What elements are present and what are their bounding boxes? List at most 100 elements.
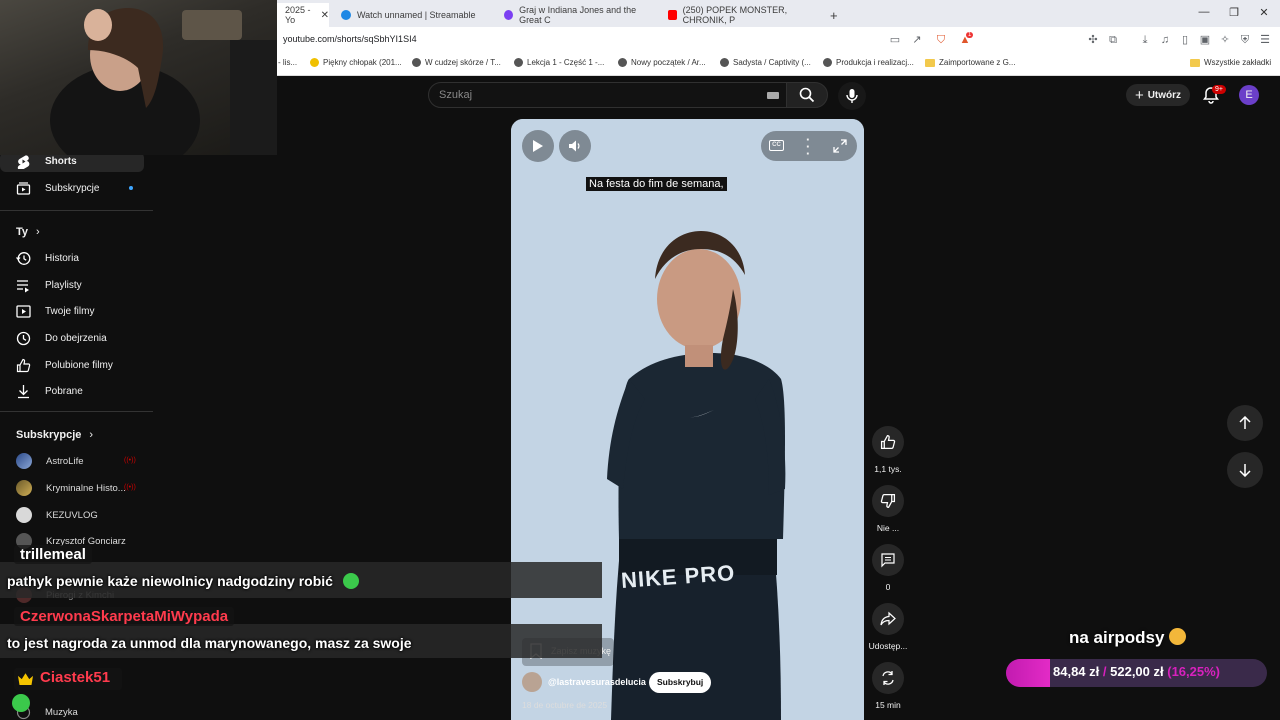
bookmark[interactable]: - lis... xyxy=(278,58,297,67)
bookmark[interactable]: Piękny chłopak (201... xyxy=(310,58,402,67)
sidebar-item-liked[interactable]: Polubione filmy xyxy=(16,358,113,373)
bookmark[interactable]: W cudzej skórze / T... xyxy=(412,58,501,67)
tab-search-icon[interactable]: ⧉ xyxy=(1106,33,1120,47)
sidebar-item-label: Muzyka xyxy=(45,707,78,718)
voice-search-button[interactable] xyxy=(838,82,866,110)
chevron-right-icon: › xyxy=(36,226,40,238)
all-bookmarks[interactable]: Wszystkie zakładki xyxy=(1190,58,1271,67)
donation-goal-text: na airpodsy xyxy=(1069,628,1165,647)
sidebar-item-downloads[interactable]: Pobrane xyxy=(16,384,83,399)
comment-count: 0 xyxy=(885,582,891,592)
bookmark-label: Produkcja i realizacj... xyxy=(836,58,914,67)
bookmark[interactable]: Sadysta / Captivity (... xyxy=(720,58,811,67)
chat-username: CzerwonaSkarpetaMiWypada xyxy=(14,607,235,626)
minimize-icon[interactable]: — xyxy=(1194,6,1214,18)
bookmark-folder[interactable]: Zaimportowane z G... xyxy=(925,58,1015,67)
vpn-icon[interactable]: ⛨ xyxy=(1238,33,1252,47)
subscription-item[interactable]: KEZUVLOG xyxy=(16,507,98,523)
account-avatar[interactable]: E xyxy=(1239,85,1259,105)
subscriptions-icon xyxy=(16,182,31,195)
tab-streamable[interactable]: Watch unnamed | Streamable xyxy=(333,3,493,27)
tab-youtube[interactable]: (250) POPEK MONSTER, CHRONIK, P xyxy=(660,3,820,27)
bookmark-icon xyxy=(618,58,627,67)
search-button[interactable] xyxy=(786,82,828,108)
comments-button[interactable]: 0 xyxy=(872,544,904,592)
channel-handle[interactable]: @lastravesurasdelucia xyxy=(548,677,646,687)
install-icon[interactable]: ▭ xyxy=(888,33,902,47)
close-icon[interactable]: ✕ xyxy=(321,10,329,21)
nike-swoosh-icon xyxy=(689,406,715,418)
sidebar-item-subscriptions[interactable]: Subskrypcje xyxy=(16,181,99,196)
maximize-icon[interactable]: ❐ xyxy=(1224,6,1244,19)
section-you[interactable]: Ty › xyxy=(16,226,40,238)
section-title: Ty xyxy=(16,226,29,238)
watch-later-icon xyxy=(16,331,31,346)
sidebar-item-playlists[interactable]: Playlisty xyxy=(16,278,82,293)
wallet-icon[interactable]: ▣ xyxy=(1198,33,1212,47)
sidebar-item-watch-later[interactable]: Do obejrzenia xyxy=(16,331,107,346)
captions-icon[interactable]: CC xyxy=(769,140,784,151)
more-options-icon[interactable]: · · · xyxy=(806,133,810,160)
sidebar-divider xyxy=(0,210,153,211)
media-icon[interactable]: ♫ xyxy=(1158,33,1172,47)
subscription-item[interactable]: AstroLife xyxy=(16,453,84,469)
tab-active[interactable]: 2025 - Yo ✕ xyxy=(277,3,329,27)
dislike-button[interactable]: Nie ... xyxy=(872,485,904,533)
bookmark[interactable]: Produkcja i realizacj... xyxy=(823,58,914,67)
brave-shield-icon[interactable]: ⛉ xyxy=(934,33,948,47)
keyboard-icon[interactable] xyxy=(767,92,779,99)
channel-name: Kryminalne Histo... xyxy=(46,482,126,494)
subscribe-button[interactable]: Subskrybuj xyxy=(649,672,712,693)
sidebar-toggle-icon[interactable]: ▯ xyxy=(1178,33,1192,47)
channel-name: AstroLife xyxy=(46,455,84,467)
remix-button[interactable]: 15 min xyxy=(872,662,904,710)
extensions-icon[interactable]: ✣ xyxy=(1086,33,1100,47)
section-subscriptions[interactable]: Subskrypcje › xyxy=(16,429,93,441)
sidebar-item-history[interactable]: Historia xyxy=(16,251,79,266)
bookmark-icon xyxy=(412,58,421,67)
volume-button[interactable] xyxy=(559,130,591,162)
sidebar-divider xyxy=(0,411,153,412)
sidebar-item-label: Polubione filmy xyxy=(45,360,113,371)
folder-icon xyxy=(1190,58,1200,67)
downloads-icon[interactable]: ⤓ xyxy=(1138,33,1152,47)
like-button[interactable]: 1,1 tys. xyxy=(872,426,904,474)
leo-ai-icon[interactable]: ✧ xyxy=(1218,33,1232,47)
close-window-icon[interactable]: ✕ xyxy=(1254,6,1274,19)
bookmark-icon xyxy=(720,58,729,67)
sidebar-item-your-videos[interactable]: Twoje filmy xyxy=(16,304,94,319)
share-button[interactable]: Udostęp... xyxy=(869,603,907,651)
comment-icon xyxy=(881,553,895,568)
bookmark[interactable]: Lekcja 1 - Część 1 -... xyxy=(514,58,604,67)
tab-title: Graj w Indiana Jones and the Great C xyxy=(519,5,637,25)
sidebar-item-label: Twoje filmy xyxy=(45,306,95,317)
menu-icon[interactable]: ☰ xyxy=(1258,33,1272,47)
chat-username: Ciastek51 xyxy=(40,669,111,686)
tab-indiana[interactable]: Graj w Indiana Jones and the Great C xyxy=(496,3,656,27)
sidebar-item-label: Pobrane xyxy=(45,386,83,397)
donation-goal-label: na airpodsy xyxy=(1069,628,1187,648)
channel-avatar[interactable] xyxy=(522,672,542,692)
url-field[interactable]: youtube.com/shorts/sqSbhYI1SI4 xyxy=(283,34,417,44)
search-input[interactable]: Szukaj xyxy=(428,82,787,108)
bookmark-label: Lekcja 1 - Część 1 -... xyxy=(527,58,605,67)
next-short-button[interactable] xyxy=(1227,452,1263,488)
bookmark-icon xyxy=(823,58,832,67)
emote-icon xyxy=(342,573,359,589)
sidebar-item-label: Subskrypcje xyxy=(45,183,100,194)
play-button[interactable] xyxy=(522,130,554,162)
download-icon xyxy=(18,385,29,399)
fullscreen-icon[interactable] xyxy=(833,139,847,158)
sidebar-item-shorts[interactable]: Shorts xyxy=(16,154,77,169)
microphone-icon xyxy=(846,89,858,103)
new-tab-button[interactable]: + xyxy=(822,3,842,27)
create-button[interactable]: + Utwórz xyxy=(1126,84,1190,106)
channel-avatar xyxy=(16,453,32,469)
share-label: Udostęp... xyxy=(868,641,908,651)
bookmark[interactable]: Nowy początek / Ar... xyxy=(618,58,706,67)
subscription-item[interactable]: Kryminalne Histo... xyxy=(16,480,126,496)
volume-icon xyxy=(569,140,580,152)
donation-progress-text: 84,84 zł / 522,00 zł (16,25%) xyxy=(1053,664,1220,679)
share-page-icon[interactable]: ↗ xyxy=(910,33,924,47)
previous-short-button[interactable] xyxy=(1227,405,1263,441)
